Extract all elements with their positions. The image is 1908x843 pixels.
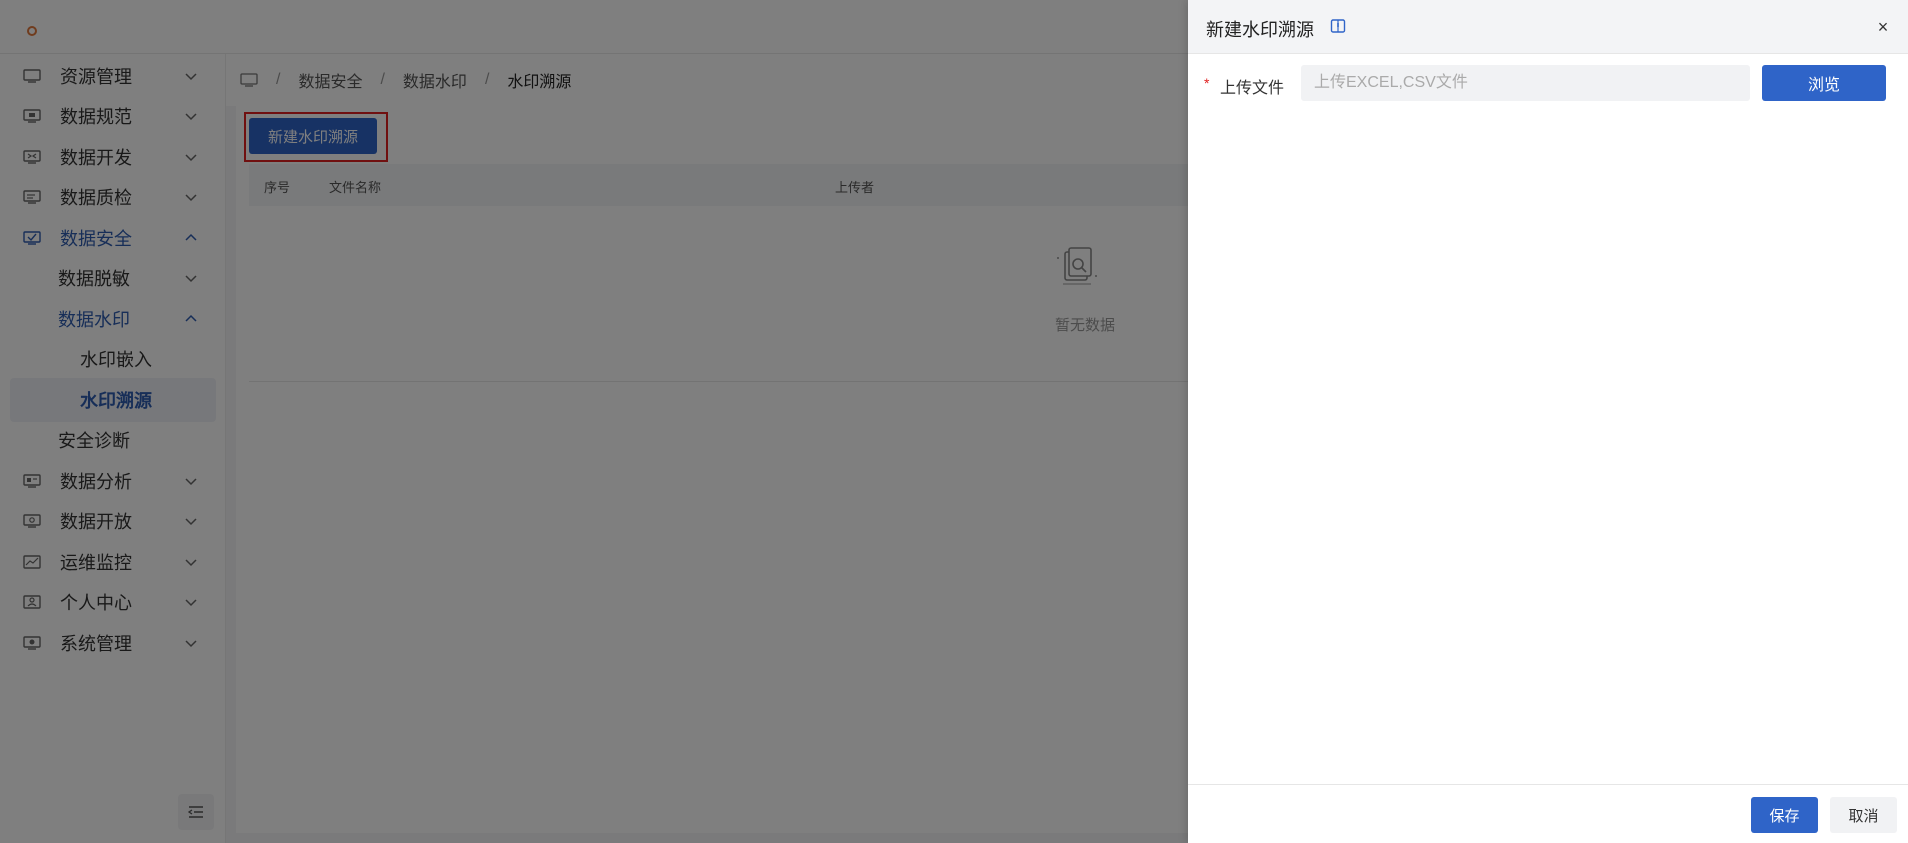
save-button[interactable]: 保存 [1751, 797, 1818, 833]
app-root: 资源管理 数据规范 数据开发 数据质检 数据安全 数据脱敏 数据水印 [0, 0, 1908, 843]
upload-file-row: * 上传文件 浏览 [1188, 64, 1908, 102]
drawer-header: 新建水印溯源 × [1188, 0, 1908, 54]
drawer-footer: 保存 取消 [1188, 784, 1908, 843]
drawer-title: 新建水印溯源 [1206, 20, 1314, 40]
new-watermark-trace-drawer: 新建水印溯源 × * 上传文件 浏览 保存 取消 [1188, 0, 1908, 843]
cancel-button[interactable]: 取消 [1830, 797, 1897, 833]
upload-file-label: 上传文件 [1220, 80, 1285, 97]
upload-file-input[interactable] [1301, 65, 1750, 101]
help-book-icon[interactable] [1330, 18, 1346, 34]
close-button[interactable]: × [1874, 17, 1892, 37]
browse-button[interactable]: 浏览 [1762, 65, 1886, 101]
required-mark: * [1204, 75, 1210, 91]
